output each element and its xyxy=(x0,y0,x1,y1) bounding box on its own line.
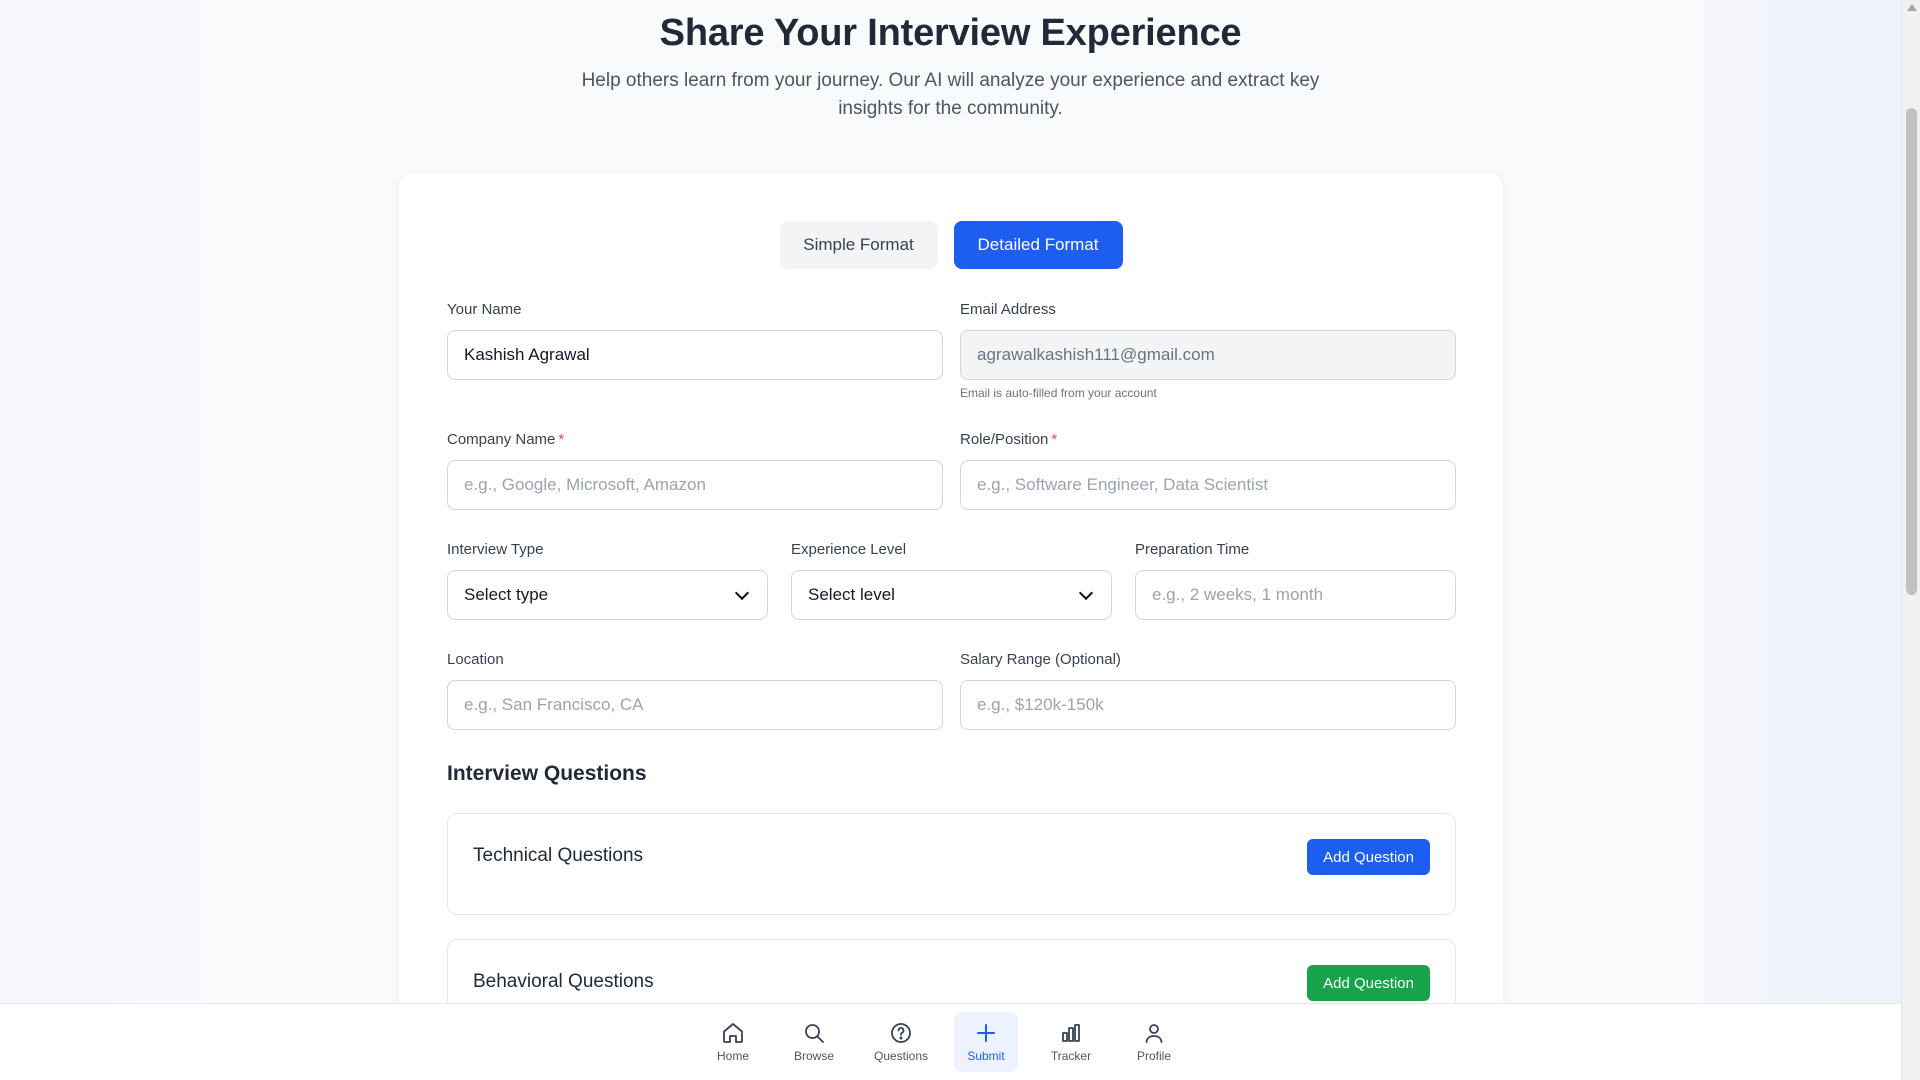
prep-time-label: Preparation Time xyxy=(1135,541,1250,558)
email-label: Email Address xyxy=(960,301,1056,318)
name-input[interactable]: Kashish Agrawal xyxy=(447,330,943,380)
email-hint: Email is auto-filled from your account xyxy=(960,386,1157,400)
interview-type-field-group: Interview Type Select type xyxy=(447,541,768,620)
add-technical-question-button[interactable]: Add Question xyxy=(1307,839,1430,875)
company-label: Company Name * xyxy=(447,431,943,451)
interview-type-select[interactable]: Select type xyxy=(447,570,768,620)
company-input[interactable]: e.g., Google, Microsoft, Amazon xyxy=(447,460,943,510)
add-behavioral-question-button[interactable]: Add Question xyxy=(1307,965,1430,1001)
salary-input[interactable]: e.g., $120k-150k xyxy=(960,680,1456,730)
scrollbar-thumb[interactable] xyxy=(1906,108,1917,595)
nav-browse[interactable]: Browse xyxy=(781,1012,847,1072)
company-field-group: Company Name * e.g., Google, Microsoft, A… xyxy=(447,431,943,510)
nav-tracker-label: Tracker xyxy=(1050,1049,1092,1063)
name-label: Your Name xyxy=(447,301,522,318)
role-label-text: Role/Position xyxy=(960,431,1049,448)
required-marker: * xyxy=(1051,431,1058,448)
nav-submit-label: Submit xyxy=(967,1049,1005,1063)
bottom-navigation: Home Browse Questions Submit Tracker Pro… xyxy=(0,1003,1901,1080)
plus-icon xyxy=(977,1024,995,1042)
company-label-text: Company Name xyxy=(447,431,556,448)
nav-submit[interactable]: Submit xyxy=(954,1012,1018,1072)
email-input[interactable]: agrawalkashish111@gmail.com xyxy=(960,330,1456,380)
behavioral-questions-title: Behavioral Questions xyxy=(473,971,654,992)
nav-profile[interactable]: Profile xyxy=(1121,1012,1187,1072)
help-circle-icon xyxy=(891,1023,911,1043)
location-input[interactable]: e.g., San Francisco, CA xyxy=(447,680,943,730)
role-input[interactable]: e.g., Software Engineer, Data Scientist xyxy=(960,460,1456,510)
detailed-format-button[interactable]: Detailed Format xyxy=(953,221,1123,269)
chevron-down-icon xyxy=(1078,585,1094,600)
experience-level-value: Select level xyxy=(808,585,895,604)
role-label: Role/Position * xyxy=(960,431,1456,451)
salary-field-group: Salary Range (Optional) e.g., $120k-150k xyxy=(960,651,1456,730)
format-toggle: Simple Format Detailed Format xyxy=(399,221,1503,269)
experience-form-card: Simple Format Detailed Format Your Name … xyxy=(399,173,1503,1073)
prep-time-field-group: Preparation Time e.g., 2 weeks, 1 month xyxy=(1135,541,1456,620)
prep-time-input[interactable]: e.g., 2 weeks, 1 month xyxy=(1135,570,1456,620)
scroll-up-arrow-icon[interactable] xyxy=(1907,4,1917,11)
required-marker: * xyxy=(558,431,565,448)
simple-format-button[interactable]: Simple Format xyxy=(779,221,938,269)
nav-home-label: Home xyxy=(716,1049,749,1063)
page-scrollbar[interactable] xyxy=(1901,0,1920,1080)
chevron-down-icon xyxy=(734,585,750,600)
technical-questions-panel: Technical Questions Add Question xyxy=(447,813,1456,915)
technical-questions-title: Technical Questions xyxy=(473,845,644,866)
page-subtitle: Help others learn from your journey. Our… xyxy=(581,70,1320,119)
interview-questions-heading: Interview Questions xyxy=(447,762,647,785)
experience-level-field-group: Experience Level Select level xyxy=(791,541,1112,620)
experience-level-select[interactable]: Select level xyxy=(791,570,1112,620)
page-title: Share Your Interview Experience xyxy=(659,12,1242,54)
bar-chart-icon xyxy=(1062,1024,1080,1042)
user-icon xyxy=(1145,1024,1163,1043)
location-label: Location xyxy=(447,651,504,668)
nav-profile-label: Profile xyxy=(1136,1049,1171,1063)
experience-level-label: Experience Level xyxy=(791,541,907,558)
salary-label: Salary Range (Optional) xyxy=(960,651,1121,668)
nav-browse-label: Browse xyxy=(793,1049,834,1063)
name-field-group: Your Name Kashish Agrawal xyxy=(447,301,943,380)
nav-tracker[interactable]: Tracker xyxy=(1038,1012,1104,1072)
interview-type-value: Select type xyxy=(464,585,549,604)
page-header: Share Your Interview Experience Help oth… xyxy=(0,0,1901,123)
nav-home[interactable]: Home xyxy=(700,1012,766,1072)
email-field-group: Email Address agrawalkashish111@gmail.co… xyxy=(960,301,1456,400)
role-field-group: Role/Position * e.g., Software Engineer, … xyxy=(960,431,1456,510)
interview-type-label: Interview Type xyxy=(447,541,544,558)
nav-questions-label: Questions xyxy=(873,1049,929,1063)
search-icon xyxy=(805,1024,824,1043)
location-field-group: Location e.g., San Francisco, CA xyxy=(447,651,943,730)
home-icon xyxy=(723,1023,743,1043)
nav-questions[interactable]: Questions xyxy=(861,1012,941,1072)
